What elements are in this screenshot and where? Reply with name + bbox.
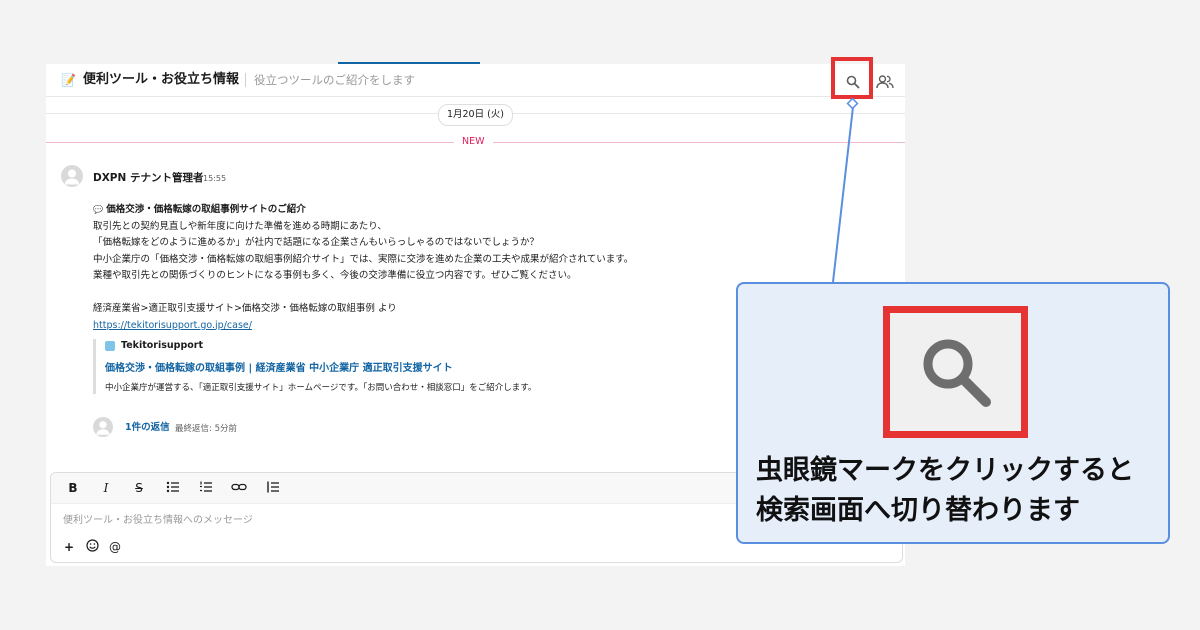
last-reply-time: 最終返信: 5分前 — [175, 424, 237, 434]
header-divider — [245, 73, 246, 87]
link-preview-description: 中小企業庁が運営する、「適正取引支援サイト」ホームページです。「お問い合わせ・相… — [105, 383, 537, 393]
blockquote-button[interactable] — [265, 480, 281, 496]
emoji-button[interactable] — [84, 539, 100, 555]
link-icon — [231, 483, 247, 491]
emoji-icon — [85, 539, 99, 552]
speech-bubble-icon: 💬 — [93, 205, 103, 214]
callout-text-line1: 虫眼鏡マークをクリックすると — [756, 455, 1134, 486]
callout-search-highlight — [883, 306, 1028, 438]
callout-text: 虫眼鏡マークをクリックすると 検索画面へ切り替わります — [756, 451, 1166, 531]
add-attachment-button[interactable]: + — [61, 539, 77, 555]
blockquote-icon — [267, 481, 279, 493]
message-line: 業種や取引先との関係づくりのヒントになる事例も多く、今後の交渉準備に役立つ内容で… — [93, 270, 577, 281]
numbered-list-button[interactable] — [198, 480, 214, 496]
link-button[interactable] — [231, 480, 247, 496]
message-title: 💬 価格交渉・価格転嫁の取組事例サイトのご紹介 — [93, 202, 793, 219]
channel-emoji: 📝 — [61, 73, 76, 87]
message-author[interactable]: DXPN テナント管理者 — [93, 171, 203, 185]
channel-name[interactable]: 便利ツール・お役立ち情報 — [83, 71, 239, 89]
message-input[interactable]: 便利ツール・お役立ち情報へのメッセージ — [63, 514, 253, 528]
new-messages-label: NEW — [454, 136, 493, 148]
link-preview-site: Tekitorisupport — [105, 339, 625, 353]
strikethrough-button[interactable]: S — [131, 480, 147, 496]
date-divider[interactable]: 1月20日 (火) — [438, 104, 513, 126]
message-line: 取引先との契約見直しや新年度に向けた準備を進める時期にあたり、 — [93, 220, 387, 232]
link-preview: Tekitorisupport 価格交渉・価格転嫁の取組事例 | 経済産業省 中… — [93, 339, 625, 394]
message-title-text: 価格交渉・価格転嫁の取組事例サイトのご紹介 — [106, 204, 306, 215]
bold-button[interactable]: B — [65, 480, 81, 496]
bullet-list-button[interactable] — [165, 480, 181, 496]
message-link[interactable]: https://tekitorisupport.go.jp/case/ — [93, 320, 252, 331]
numbered-list-icon — [200, 481, 212, 492]
callout-text-line2: 検索画面へ切り替わります — [756, 495, 1080, 526]
message-timestamp[interactable]: 15:55 — [203, 173, 226, 185]
search-highlight-box — [831, 57, 873, 99]
default-avatar-icon — [96, 421, 110, 435]
link-preview-site-name: Tekitorisupport — [121, 340, 204, 351]
message-body: 💬 価格交渉・価格転嫁の取組事例サイトのご紹介 取引先との契約見直しや新年度に向… — [93, 202, 793, 334]
bullet-list-icon — [166, 481, 179, 493]
reply-count-link[interactable]: 1件の返信 — [125, 421, 170, 435]
message-line: 「価格転嫁をどのように進めるか」が社内で話題になる企業さんもいらっしゃるのではな… — [93, 237, 540, 248]
search-icon — [923, 339, 991, 407]
channel-header: 📝 便利ツール・お役立ち情報 役立つツールのご紹介をします — [46, 64, 905, 97]
reply-avatar[interactable] — [93, 417, 113, 437]
channel-topic[interactable]: 役立つツールのご紹介をします — [254, 72, 415, 88]
site-favicon-icon — [105, 341, 115, 351]
link-preview-title[interactable]: 価格交渉・価格転嫁の取組事例 | 経済産業省 中小企業庁 適正取引支援サイト — [105, 362, 625, 376]
callout-box: 虫眼鏡マークをクリックすると 検索画面へ切り替わります — [736, 282, 1170, 544]
mention-button[interactable]: @ — [107, 539, 123, 555]
members-button[interactable] — [873, 70, 897, 94]
italic-button[interactable]: I — [98, 480, 114, 496]
default-avatar-icon — [64, 169, 80, 185]
members-icon — [876, 75, 894, 89]
message-source: 経済産業省>適正取引支援サイト>価格交渉・価格転嫁の取組事例 より — [93, 303, 397, 314]
message-line: 中小企業庁の「価格交渉・価格転嫁の取組事例紹介サイト」では、実際に交渉を進めた企… — [93, 253, 634, 265]
author-avatar[interactable] — [61, 165, 83, 187]
